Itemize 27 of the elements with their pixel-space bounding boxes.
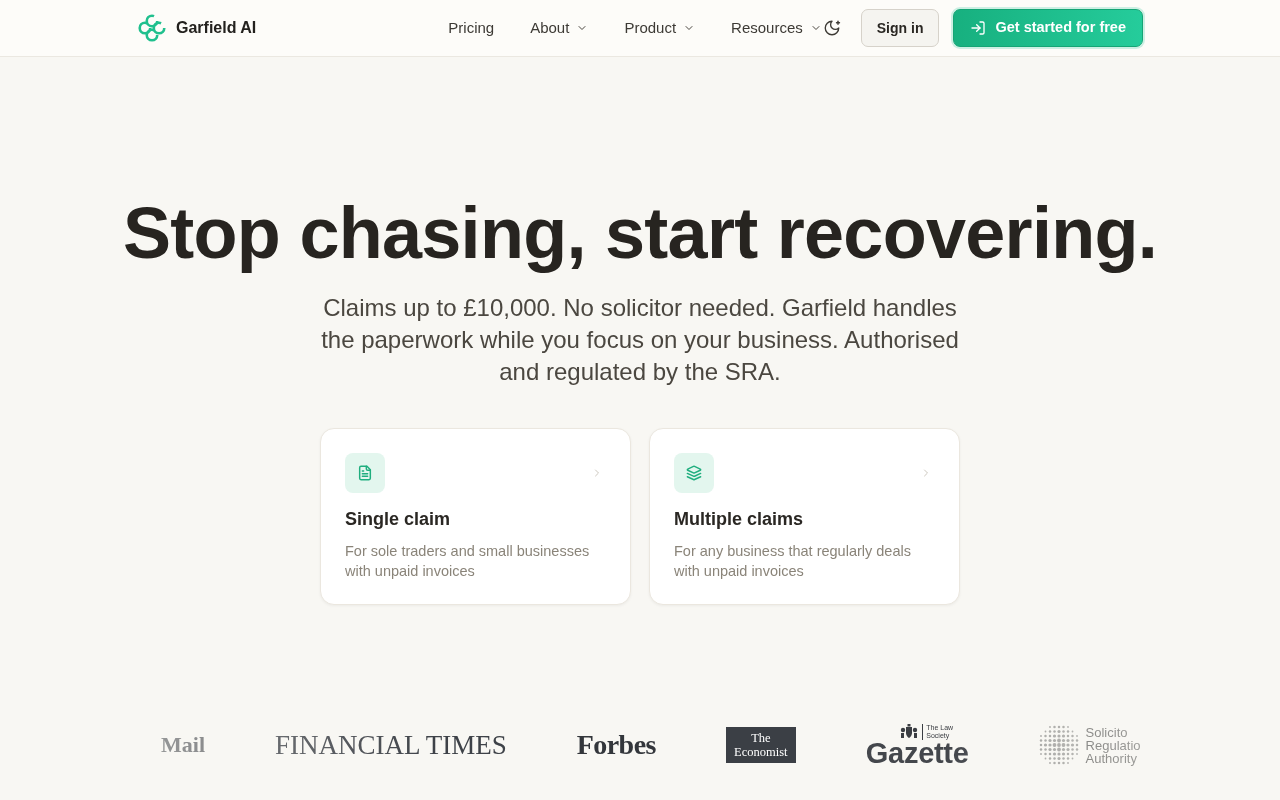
logo-wordmark: FINANCIAL TIMES	[275, 730, 507, 760]
hero-subtitle: Claims up to £10,000. No solicitor needed. Garfield handles the paperwork while you focus on your business. Authorised and regulated by the SRA.	[320, 293, 960, 387]
nav-link[interactable]: Pricing	[448, 16, 495, 40]
card-description: For any business that regularly deals with unpaid invoices	[674, 542, 912, 581]
dot-grid-icon	[1038, 725, 1079, 765]
crest-icon	[899, 724, 920, 740]
card-description: For sole traders and small businesses with unpaid invoices	[345, 542, 591, 581]
nav-link[interactable]: About	[530, 16, 589, 40]
option-card[interactable]: Single claim For sole traders and small businesses with unpaid invoices	[320, 428, 631, 605]
card-title: Single claim	[345, 508, 452, 531]
nav-link[interactable]: Product	[624, 16, 696, 40]
logo-wordmark: The Economist	[725, 727, 796, 763]
hero-heading: Stop chasing, start recovering.	[123, 193, 1157, 273]
logo-icon	[137, 13, 167, 43]
moon-icon[interactable]	[822, 19, 841, 37]
option-card[interactable]: Multiple claims For any business that regularly deals with unpaid invoices	[649, 428, 960, 605]
sign-in-icon	[970, 20, 987, 36]
brand-name[interactable]: Garfield AI	[176, 16, 257, 40]
logo-wordmark: Solicito Regulatio Authority	[1085, 725, 1141, 765]
card-title: Multiple claims	[674, 508, 805, 531]
logo-wordmark: Forbes	[576, 729, 656, 761]
logo-wordmark: Gazette	[865, 740, 969, 766]
logo-wordmark: Mail	[161, 732, 205, 758]
layers-icon	[674, 453, 714, 493]
document-icon	[345, 453, 385, 493]
nav-link[interactable]: Resources	[731, 16, 822, 40]
sign-in-button[interactable]: Sign in	[860, 9, 940, 47]
